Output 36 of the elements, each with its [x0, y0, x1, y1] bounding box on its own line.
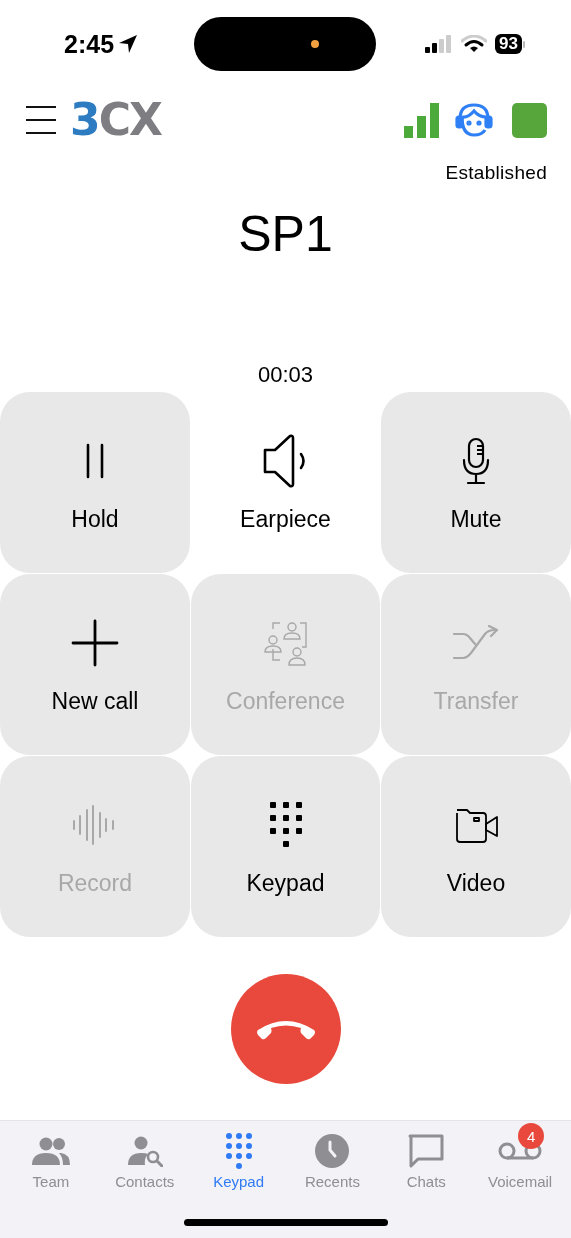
- chats-tab[interactable]: Chats: [379, 1127, 474, 1194]
- logo: 3CX: [70, 98, 161, 142]
- new-call-button[interactable]: New call: [0, 574, 190, 755]
- hold-button[interactable]: Hold: [0, 392, 190, 573]
- keypad-button[interactable]: Keypad: [191, 756, 380, 937]
- plus-icon: [71, 619, 119, 667]
- person-search-icon: [126, 1135, 163, 1167]
- earpiece-button[interactable]: Earpiece: [191, 392, 380, 573]
- microphone-icon: [460, 436, 492, 486]
- wifi-icon: [461, 35, 488, 53]
- presence-status-icon[interactable]: [512, 102, 547, 138]
- cellular-signal-icon: [425, 35, 454, 53]
- keypad-icon: [223, 1132, 254, 1170]
- caller-name: SP1: [238, 205, 333, 264]
- team-tab[interactable]: Team: [4, 1127, 98, 1194]
- crossing-arrow-icon: [451, 625, 501, 661]
- contacts-tab[interactable]: Contacts: [97, 1127, 192, 1194]
- keypad-icon: [267, 800, 304, 850]
- signal-bars-icon: [404, 102, 440, 138]
- location-arrow-icon: [118, 34, 139, 54]
- battery-indicator: 93: [495, 34, 525, 54]
- people-icon: [30, 1136, 71, 1166]
- chat-bubble-icon: [407, 1133, 446, 1169]
- headset-agent-icon: [454, 102, 494, 138]
- recents-tab[interactable]: Recents: [285, 1127, 380, 1194]
- unread-count: 4: [518, 1123, 545, 1149]
- voicemail-icon: [498, 1141, 543, 1161]
- mute-button[interactable]: Mute: [381, 392, 571, 573]
- clock-time: 2:45: [64, 29, 115, 59]
- people-icon: [261, 619, 310, 667]
- keypad-tab[interactable]: Keypad: [191, 1127, 286, 1194]
- menu-button[interactable]: [26, 106, 56, 134]
- clock-icon: [314, 1133, 351, 1169]
- call-duration: 00:03: [257, 362, 314, 388]
- video-button[interactable]: Video: [381, 756, 571, 937]
- call-status: Established: [445, 162, 547, 183]
